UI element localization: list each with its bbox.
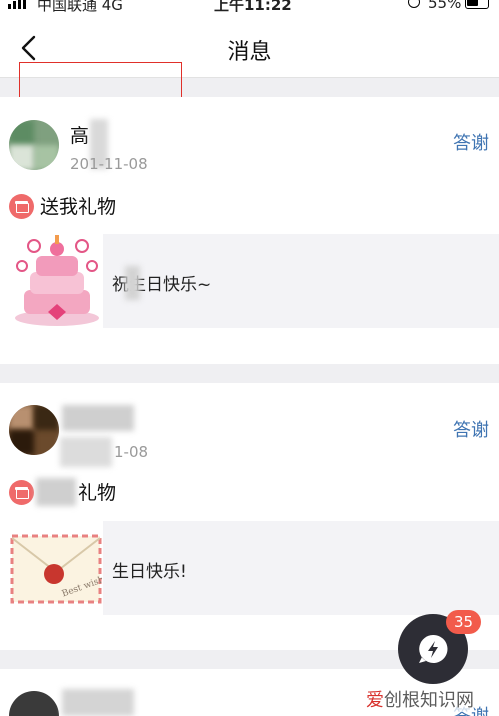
gift-text: 送我礼物 [40,196,117,218]
unread-badge: 35 [446,610,481,634]
message-date: 1-08 [114,443,149,461]
sender-name: 高 [70,125,90,147]
lightning-chat-icon [419,634,448,663]
redacted-date [60,437,112,467]
signal-icon [8,0,26,9]
redacted-text [125,266,140,300]
watermark-char: 爱 [366,690,384,711]
watermark-text: 创根知识网 [384,690,474,711]
message-card: 高 201-11-08 答谢 送我礼物 祝生日快乐~ [0,97,499,364]
avatar[interactable] [9,120,59,170]
clock: 上午11:22 [214,0,292,14]
redacted-name [62,689,134,716]
battery-icon [465,0,489,9]
avatar[interactable] [9,691,59,716]
battery-percent: 55% [428,0,462,12]
redacted-text [36,478,76,506]
gift-icon [9,480,34,505]
status-bar: 中国联通 4G 上午11:22 55% [0,0,499,14]
gift-message-box[interactable]: 生日快乐! [103,521,499,615]
redacted-name [62,405,134,431]
thanks-button[interactable]: 答谢 [453,129,489,155]
carrier-label: 中国联通 4G [37,0,123,14]
gift-message-box[interactable]: 祝生日快乐~ [103,234,499,328]
cake-image [15,235,99,326]
gift-message: 生日快乐! [112,562,187,582]
message-card: 1-08 答谢 礼物 Best wish 生日快乐! [0,383,499,650]
gift-text: 礼物 [78,482,117,504]
thanks-button[interactable]: 答谢 [453,416,489,442]
avatar[interactable] [9,405,59,455]
nav-bar: 消息 [0,14,499,108]
rotation-lock-icon [408,0,420,8]
message-date: 201-11-08 [70,155,148,173]
envelope-image: Best wish [10,534,102,604]
watermark: 爱创根知识网 [366,686,474,712]
gift-icon [9,194,34,219]
